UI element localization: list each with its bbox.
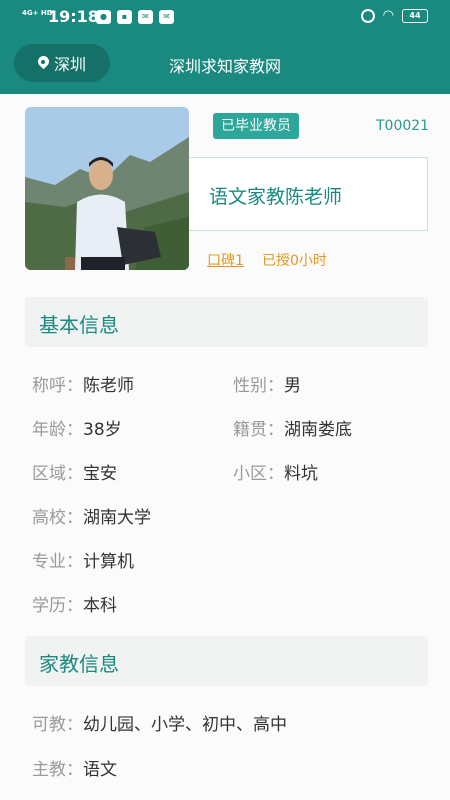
battery-icon: 44 [402,9,428,23]
field-main-subject: 主教：语文 [32,760,117,780]
status-bar: 4G+ HD 19:18 ● ▪ ✉ ✉ ◠ 44 [0,0,450,36]
field-community: 小区：料坑 [233,464,318,484]
reputation-link[interactable]: 口碑1 [207,250,244,270]
page-title: 深圳求知家教网 [168,57,281,76]
app-icon: ▪ [117,10,132,24]
mail-icon: ✉ [138,10,153,24]
location-pin-icon [38,56,49,70]
field-university: 高校：湖南大学 [32,508,151,528]
tutoring-info-header: 家教信息 [25,636,428,686]
field-hometown: 籍贯：湖南娄底 [233,420,352,440]
basic-info-header: 基本信息 [25,297,428,347]
mail-icon: ✉ [159,10,174,24]
teacher-name-box: 语文家教陈老师 [189,157,428,231]
section-title: 家教信息 [39,652,119,676]
field-age: 年龄：38岁 [32,420,122,440]
wifi-icon: ◠ [382,8,394,23]
chat-icon: ● [96,10,111,24]
city-label: 深圳 [53,55,86,74]
teacher-name: 语文家教陈老师 [209,186,343,208]
status-badge: 已毕业教员 [213,113,299,139]
field-degree: 学历：本科 [32,596,117,616]
section-title: 基本信息 [39,313,119,337]
clock: 19:18 [48,7,99,26]
teacher-photo [25,107,189,270]
app-header: 深圳 深圳求知家教网 [0,36,450,94]
field-region: 区域：宝安 [32,464,117,484]
alarm-icon [360,9,375,23]
teaching-hours: 已授0小时 [262,253,327,269]
field-can-teach: 可教：幼儿园、小学、初中、高中 [32,715,287,735]
teacher-id: T00021 [376,118,430,134]
field-gender: 性别：男 [233,376,301,396]
notification-icons: ● ▪ ✉ ✉ [96,10,174,24]
field-major: 专业：计算机 [32,552,134,572]
city-selector-button[interactable]: 深圳 [14,44,110,82]
field-title: 称呼：陈老师 [32,376,134,396]
